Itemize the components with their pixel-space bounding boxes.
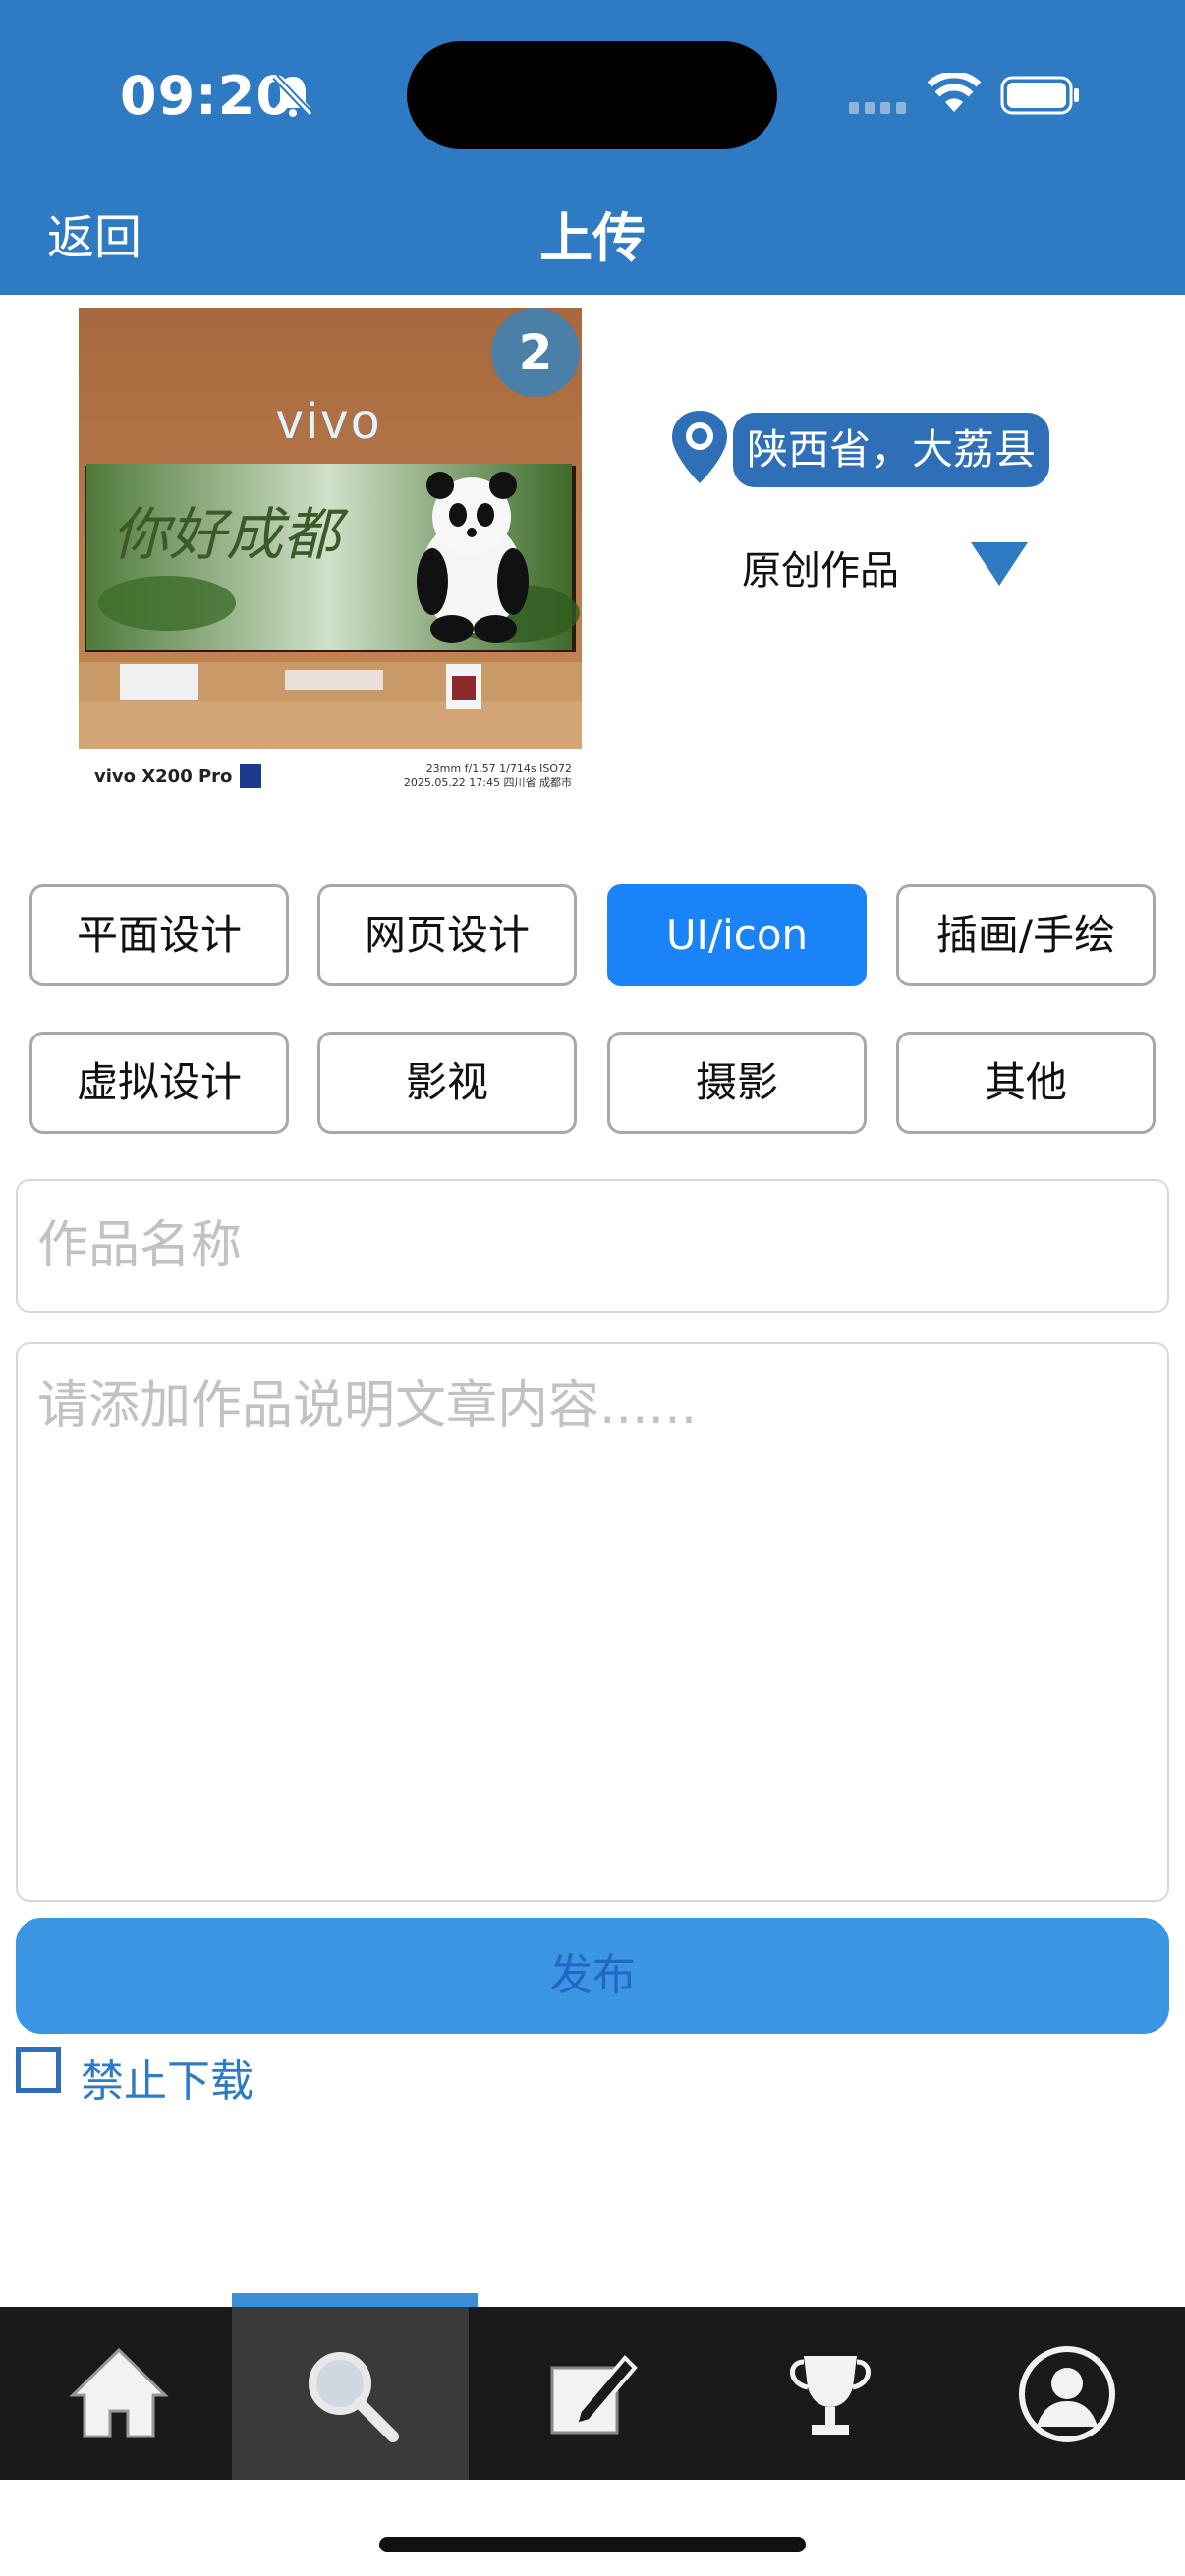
dynamic-island	[407, 41, 777, 149]
work-description-input[interactable]	[16, 1342, 1169, 1902]
tab-upload[interactable]	[474, 2307, 710, 2480]
dropdown-triangle-icon[interactable]	[969, 540, 1030, 588]
no-download-label[interactable]: 禁止下载	[81, 2045, 254, 2108]
original-work-select[interactable]: 原创作品	[742, 538, 899, 595]
photo-exif-line1: 23mm f/1.57 1/714s ISO72	[425, 762, 572, 775]
active-tab-indicator	[232, 2293, 478, 2307]
top-header: 09:20 返回 上传	[0, 0, 1185, 295]
status-time: 09:20	[120, 65, 294, 127]
tab-profile[interactable]	[948, 2307, 1185, 2480]
zeiss-logo-icon	[240, 764, 261, 788]
photo-caption-device: vivo X200 Pro	[94, 766, 233, 787]
bell-muted-icon	[272, 74, 313, 117]
work-name-input[interactable]	[16, 1179, 1169, 1313]
publish-button[interactable]: 发布	[16, 1918, 1169, 2034]
category-film[interactable]: 影视	[317, 1032, 577, 1134]
page-title: 上传	[539, 207, 646, 269]
location-text[interactable]: 陕西省，大荔县	[733, 413, 1050, 487]
category-virtual-design[interactable]: 虚拟设计	[29, 1032, 289, 1134]
search-icon	[309, 2352, 399, 2442]
wifi-icon	[928, 73, 981, 112]
no-download-checkbox[interactable]	[16, 2047, 61, 2093]
tab-ranking[interactable]	[711, 2307, 948, 2480]
photo-scene-text: 你好成都	[112, 501, 349, 568]
photo-exif-line2: 2025.05.22 17:45 四川省 成都市	[403, 776, 572, 789]
photo-count-badge[interactable]: 2	[491, 308, 580, 397]
location-pin-icon[interactable]	[668, 409, 731, 485]
category-other[interactable]: 其他	[896, 1032, 1156, 1134]
category-illustration[interactable]: 插画/手绘	[896, 884, 1156, 986]
tab-search[interactable]	[232, 2307, 469, 2480]
trophy-icon	[790, 2356, 871, 2435]
battery-icon	[1000, 76, 1079, 115]
tab-home[interactable]	[0, 2307, 237, 2480]
cellular-signal-icon	[849, 102, 906, 114]
category-ui-icon[interactable]: UI/icon	[607, 884, 867, 986]
category-photography[interactable]: 摄影	[607, 1032, 867, 1134]
photo-brand-text: vivo	[277, 393, 383, 450]
home-indicator	[379, 2537, 806, 2552]
category-graphic-design[interactable]: 平面设计	[29, 884, 289, 986]
home-icon	[69, 2347, 169, 2438]
edit-icon	[550, 2355, 638, 2435]
profile-icon	[1019, 2346, 1115, 2442]
photo-caption-exif: 23mm f/1.57 1/714s ISO72 2025.05.22 17:4…	[404, 762, 572, 790]
category-web-design[interactable]: 网页设计	[317, 884, 577, 986]
bottom-tab-bar	[0, 2307, 1185, 2480]
